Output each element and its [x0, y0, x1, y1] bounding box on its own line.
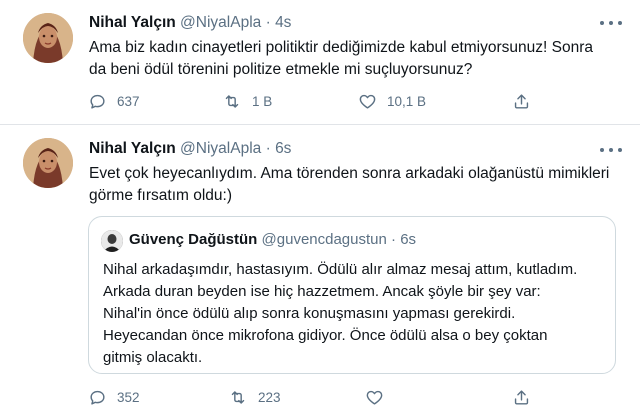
- tweet-1[interactable]: Nihal Yalçın @NiyalApla · 4s Ama biz kad…: [0, 0, 640, 125]
- heart-icon: [366, 390, 383, 405]
- author-name[interactable]: Nihal Yalçın: [89, 14, 176, 31]
- tweet-text-line: Evet çok heyecanlıydım. Ama törenden son…: [89, 165, 610, 182]
- like-button[interactable]: 10,1 B: [358, 92, 426, 111]
- reply-count: 637: [117, 94, 140, 109]
- quoted-tweet-text: Nihal arkadaşımdır, hastasıyım. Ödülü al…: [103, 259, 608, 369]
- tweet-header: Nihal Yalçın @NiyalApla · 4s: [89, 14, 291, 32]
- heart-icon: [359, 94, 376, 109]
- author-handle[interactable]: @NiyalApla: [180, 140, 261, 157]
- tweet-actions: 352 223: [88, 388, 628, 408]
- quoted-text-line: Arkada duran beyden ise hiç hazzetmem. A…: [103, 283, 541, 300]
- retweet-button[interactable]: 223: [228, 388, 281, 407]
- quoted-author-handle[interactable]: @guvencdagustun: [262, 231, 387, 248]
- share-upload-icon: [514, 94, 529, 109]
- tweet-time[interactable]: 4s: [275, 14, 291, 31]
- retweet-icon: [231, 391, 245, 404]
- more-horizontal-icon[interactable]: [600, 143, 622, 157]
- quoted-tweet-header: Güvenç Dağüstün @guvencdagustun · 6s: [129, 231, 416, 248]
- tweet-text-line: Ama biz kadın cinayetleri politiktir ded…: [89, 39, 593, 56]
- tweet-text-line: görme fırsatım oldu:): [89, 187, 232, 204]
- like-count: 10,1 B: [387, 94, 427, 109]
- separator: ·: [265, 14, 271, 31]
- tweet-time[interactable]: 6s: [275, 140, 291, 157]
- quoted-author-name[interactable]: Güvenç Dağüstün: [129, 231, 257, 248]
- retweet-button[interactable]: 1 B: [222, 92, 272, 111]
- reply-bubble-icon: [90, 390, 105, 405]
- retweet-icon: [225, 95, 239, 108]
- quoted-text-line: Nihal'in önce ödülü alıp sonra konuşması…: [103, 305, 516, 322]
- quoted-text-line: Heyecandan önce mikrofona gidiyor. Önce …: [103, 327, 548, 344]
- retweet-count: 1 B: [252, 94, 273, 109]
- author-name[interactable]: Nihal Yalçın: [89, 140, 176, 157]
- quoted-tweet-time[interactable]: 6s: [400, 231, 416, 248]
- tweet-header: Nihal Yalçın @NiyalApla · 6s: [89, 140, 291, 158]
- author-handle[interactable]: @NiyalApla: [180, 14, 261, 31]
- more-horizontal-icon[interactable]: [600, 16, 622, 30]
- separator: ·: [265, 140, 271, 157]
- separator: ·: [391, 231, 397, 248]
- reply-button[interactable]: 352: [88, 388, 140, 407]
- reply-count: 352: [117, 390, 140, 405]
- quoted-author-avatar[interactable]: [101, 230, 123, 252]
- tweet-text: Evet çok heyecanlıydım. Ama törenden son…: [89, 163, 619, 207]
- author-avatar[interactable]: [23, 138, 73, 188]
- share-button[interactable]: [512, 388, 531, 407]
- retweet-count: 223: [258, 390, 281, 405]
- tweet-actions: 637 1 B 10,1 B: [88, 92, 628, 112]
- quoted-text-line: Nihal arkadaşımdır, hastasıyım. Ödülü al…: [103, 261, 578, 278]
- share-button[interactable]: [512, 92, 531, 111]
- like-button[interactable]: [365, 388, 394, 407]
- author-avatar[interactable]: [23, 13, 73, 63]
- share-upload-icon: [514, 390, 529, 405]
- tweet-text: Ama biz kadın cinayetleri politiktir ded…: [89, 37, 619, 81]
- reply-bubble-icon: [90, 94, 105, 109]
- quoted-tweet[interactable]: Güvenç Dağüstün @guvencdagustun · 6s Nih…: [88, 216, 616, 374]
- tweet-text-line: da beni ödül törenini politize etmekle m…: [89, 61, 473, 78]
- quoted-text-line: gitmiş olacaktı.: [103, 349, 203, 366]
- reply-button[interactable]: 637: [88, 92, 140, 111]
